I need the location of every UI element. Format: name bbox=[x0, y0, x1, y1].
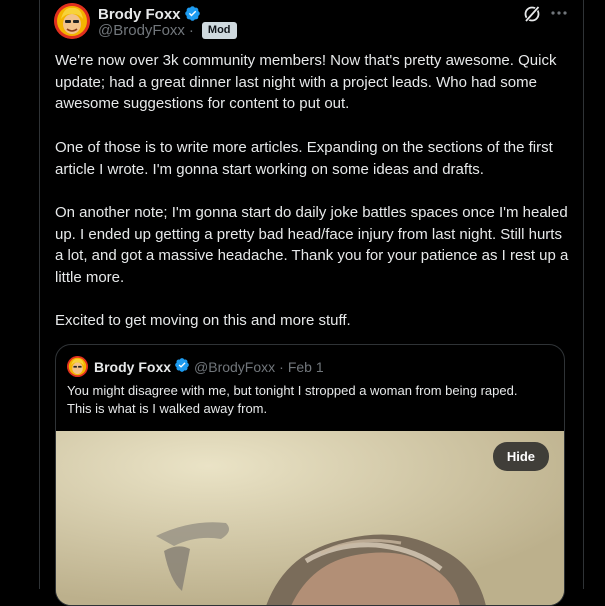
hide-button[interactable]: Hide bbox=[492, 442, 549, 471]
quote-body: You might disagree with me, but tonight … bbox=[67, 382, 557, 418]
post-paragraph: On another note; I'm gonna start do dail… bbox=[55, 203, 569, 286]
quote-date[interactable]: Feb 1 bbox=[288, 359, 324, 375]
verified-badge-icon bbox=[174, 357, 190, 376]
media-photo bbox=[56, 431, 564, 605]
quote-line: This is what is I walked away from. bbox=[67, 401, 268, 416]
quote-author-avatar[interactable] bbox=[67, 356, 88, 377]
mod-badge: Mod bbox=[201, 22, 237, 39]
author-avatar[interactable] bbox=[54, 3, 90, 39]
author-handle[interactable]: @BrodyFoxx bbox=[98, 22, 185, 39]
quote-media-image[interactable]: Hide bbox=[56, 431, 564, 605]
handle-row: @BrodyFoxx · Mod bbox=[98, 22, 237, 39]
grok-icon[interactable] bbox=[522, 4, 542, 24]
quote-header: Brody Foxx @BrodyFoxx · Feb 1 bbox=[67, 356, 324, 377]
post-card[interactable]: Brody Foxx @BrodyFoxx · Mod We're now ov… bbox=[39, 0, 584, 606]
post-paragraph: We're now over 3k community members! Now… bbox=[55, 52, 557, 113]
author-name[interactable]: Brody Foxx bbox=[98, 6, 181, 23]
quote-line: You might disagree with me, but tonight … bbox=[67, 383, 518, 398]
quote-author-handle[interactable]: @BrodyFoxx bbox=[194, 359, 275, 375]
handle-separator: · bbox=[188, 22, 194, 39]
post-paragraph: One of those is to write more articles. … bbox=[55, 138, 553, 178]
more-options-icon[interactable] bbox=[548, 3, 570, 23]
post-body: We're now over 3k community members! Now… bbox=[55, 50, 570, 354]
quote-separator: · bbox=[279, 358, 284, 375]
quoted-post[interactable]: Brody Foxx @BrodyFoxx · Feb 1 You might … bbox=[55, 344, 565, 606]
quote-author-name[interactable]: Brody Foxx bbox=[94, 359, 171, 375]
post-paragraph: Excited to get moving on this and more s… bbox=[55, 312, 351, 330]
